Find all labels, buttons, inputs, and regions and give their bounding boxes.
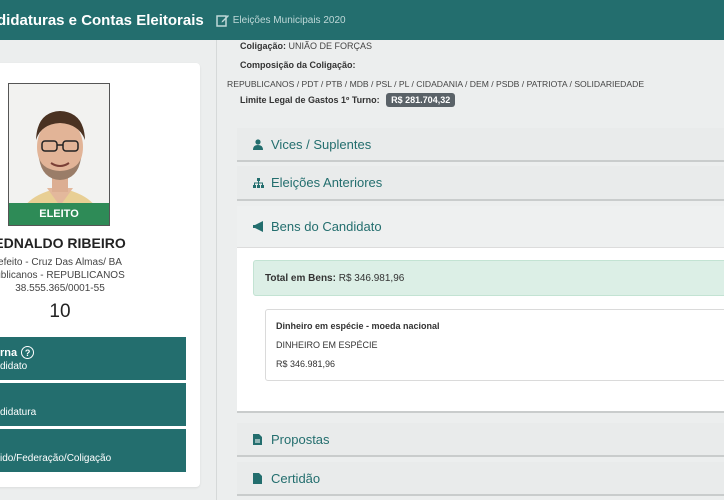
- accordion-bens-label: Bens do Candidato: [271, 219, 382, 234]
- accordion-propostas[interactable]: Propostas: [237, 423, 724, 457]
- bens-panel: Total em Bens: R$ 346.981,96 Dinheiro em…: [237, 248, 724, 413]
- side-menu-item-2-label: didatura: [0, 407, 37, 418]
- side-menu-item-3[interactable]: ido/Federação/Coligação: [0, 429, 186, 472]
- accordion-bens[interactable]: Bens do Candidato: [237, 206, 724, 248]
- bem-title: Dinheiro em espécie - moeda nacional: [276, 321, 440, 331]
- accordion-propostas-label: Propostas: [271, 431, 330, 447]
- composicao-label-text: Composição da Coligação:: [240, 60, 356, 70]
- sitemap-icon: [253, 177, 265, 188]
- accordion-vices[interactable]: Vices / Suplentes: [237, 128, 724, 162]
- total-bens-alert: Total em Bens: R$ 346.981,96: [253, 260, 724, 296]
- app-title: didaturas e Contas Eleitorais: [0, 11, 204, 29]
- accordion-eleicoes[interactable]: Eleições Anteriores: [237, 166, 724, 201]
- top-bar: didaturas e Contas Eleitorais Eleições M…: [0, 0, 724, 40]
- composicao-value: REPUBLICANOS / PDT / PTB / MDB / PSL / P…: [227, 79, 645, 89]
- user-icon: [253, 138, 265, 150]
- limite-gastos-line: Limite Legal de Gastos 1º Turno: R$ 281.…: [240, 93, 456, 107]
- coligacao-value: UNIÃO DE FORÇAS: [288, 41, 373, 51]
- limite-gastos-label: Limite Legal de Gastos 1º Turno:: [240, 95, 380, 105]
- candidate-number: 10: [49, 301, 71, 322]
- status-badge: ELEITO: [9, 203, 109, 225]
- composicao-label: Composição da Coligação:: [240, 60, 356, 70]
- column-divider: [216, 40, 217, 500]
- total-bens-label: Total em Bens:: [265, 272, 336, 284]
- accordion-certidao-label: Certidão: [271, 470, 321, 486]
- total-bens-value: R$ 346.981,96: [338, 272, 405, 284]
- accordion-eleicoes-label: Eleições Anteriores: [271, 175, 383, 190]
- accordion-vices-label: Vices / Suplentes: [271, 136, 372, 152]
- side-menu-item-1-label: didato: [0, 361, 28, 372]
- candidate-photo: ELEITO: [8, 83, 110, 226]
- candidate-card: ELEITO EDNALDO RIBEIRO efeito - Cruz Das…: [0, 63, 200, 487]
- file-icon: [253, 433, 265, 445]
- side-menu-item-3-label: ido/Federação/Coligação: [0, 453, 112, 464]
- megaphone-icon: [253, 221, 265, 232]
- side-menu-item-1-title: rna: [0, 346, 18, 359]
- candidate-cnpj: 38.555.365/0001-55: [15, 283, 105, 294]
- bem-description: DINHEIRO EM ESPÉCIE: [276, 340, 378, 350]
- bem-item: Dinheiro em espécie - moeda nacional DIN…: [265, 309, 724, 381]
- coligacao-label: Coligação:: [240, 41, 287, 51]
- bem-value: R$ 346.981,96: [276, 359, 336, 369]
- side-menu-item-1[interactable]: rna? didato: [0, 337, 186, 380]
- edit-icon[interactable]: [215, 13, 230, 27]
- limite-gastos-badge: R$ 281.704,32: [386, 93, 456, 107]
- candidate-name: EDNALDO RIBEIRO: [0, 235, 126, 251]
- election-subtitle: Eleições Municipais 2020: [232, 14, 346, 26]
- candidate-party: ublicanos - REPUBLICANOS: [0, 270, 125, 281]
- side-menu-item-2[interactable]: didatura: [0, 383, 186, 426]
- candidate-office-city: efeito - Cruz Das Almas/ BA: [0, 257, 122, 268]
- document-icon: [253, 472, 265, 484]
- accordion-certidao[interactable]: Certidão: [237, 462, 724, 496]
- coligacao-line: Coligação: UNIÃO DE FORÇAS: [240, 41, 372, 51]
- help-circle-icon[interactable]: ?: [21, 346, 35, 359]
